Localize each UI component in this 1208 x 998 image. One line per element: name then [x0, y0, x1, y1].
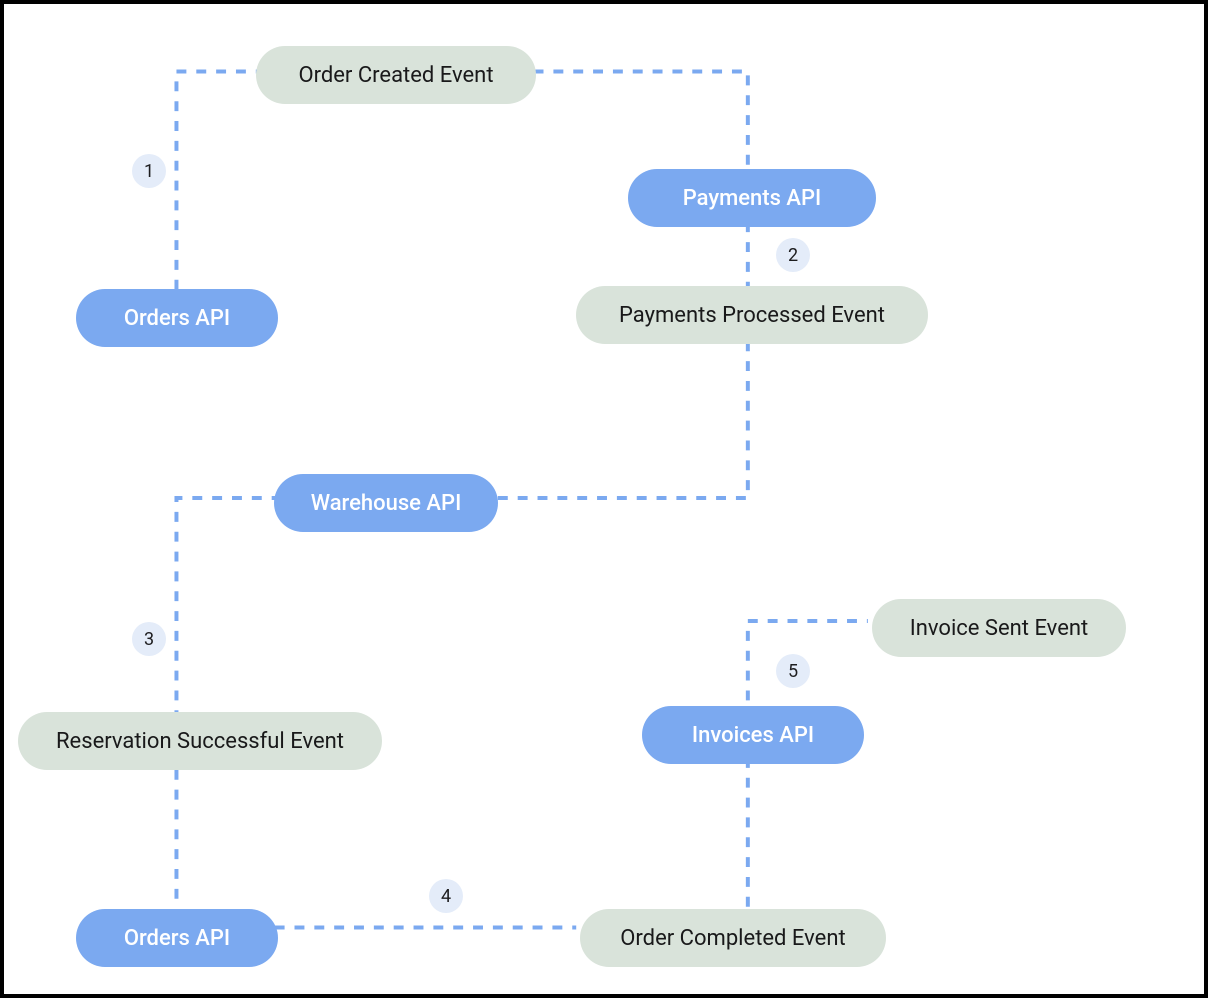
node-label: Warehouse API	[311, 491, 462, 516]
step-number: 3	[144, 629, 154, 650]
step-badge-2: 2	[776, 238, 810, 272]
orders-api-node-bottom: Orders API	[76, 909, 278, 967]
connector-lines	[4, 4, 1204, 994]
diagram-canvas: Orders API Payments API Warehouse API Or…	[0, 0, 1208, 998]
node-label: Order Completed Event	[620, 926, 845, 951]
step-badge-3: 3	[132, 622, 166, 656]
step-badge-4: 4	[429, 879, 463, 913]
node-label: Reservation Successful Event	[56, 729, 344, 754]
invoices-api-node: Invoices API	[642, 706, 864, 764]
warehouse-api-node: Warehouse API	[274, 474, 498, 532]
node-label: Invoices API	[692, 723, 814, 748]
node-label: Payments API	[683, 186, 822, 211]
node-label: Invoice Sent Event	[910, 616, 1088, 641]
orders-api-node-top: Orders API	[76, 289, 278, 347]
step-number: 2	[788, 245, 798, 266]
step-number: 1	[144, 161, 154, 182]
node-label: Order Created Event	[298, 63, 493, 88]
order-completed-event-node: Order Completed Event	[580, 909, 886, 967]
reservation-successful-event-node: Reservation Successful Event	[18, 712, 382, 770]
node-label: Payments Processed Event	[619, 303, 885, 328]
order-created-event-node: Order Created Event	[256, 46, 536, 104]
node-label: Orders API	[124, 926, 230, 951]
node-label: Orders API	[124, 306, 230, 331]
step-number: 5	[788, 661, 798, 682]
step-badge-5: 5	[776, 654, 810, 688]
step-badge-1: 1	[132, 154, 166, 188]
payments-processed-event-node: Payments Processed Event	[576, 286, 928, 344]
invoice-sent-event-node: Invoice Sent Event	[872, 599, 1126, 657]
payments-api-node: Payments API	[628, 169, 876, 227]
step-number: 4	[441, 886, 451, 907]
